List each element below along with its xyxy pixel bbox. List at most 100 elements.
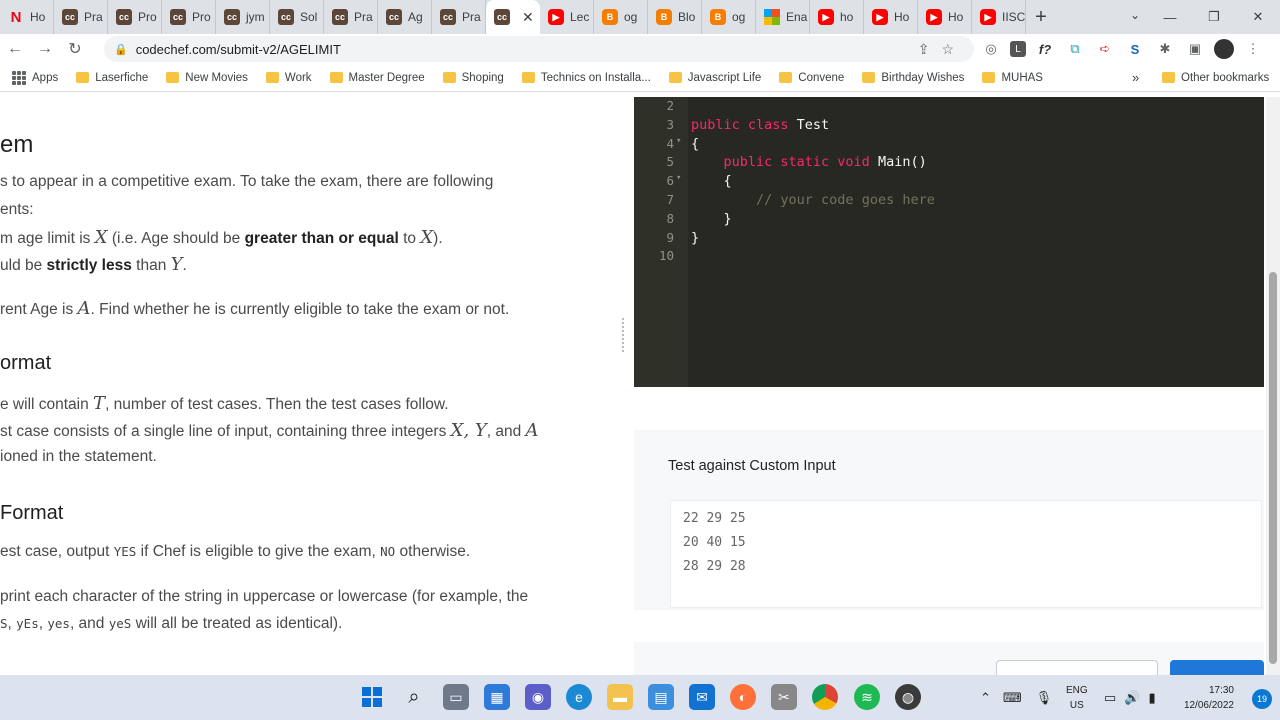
bookmark-item[interactable]: Work xyxy=(265,72,312,84)
bookmark-item[interactable]: MUHAS xyxy=(982,72,1043,84)
close-tab-icon[interactable]: ✕ xyxy=(522,9,534,26)
fold-arrow-icon[interactable]: ▾ xyxy=(676,136,681,146)
bookmarks-overflow-icon[interactable]: » xyxy=(1132,70,1139,85)
battery-icon[interactable]: ▮ xyxy=(1148,690,1155,706)
chrome-icon[interactable] xyxy=(812,684,838,710)
code-line[interactable]: 2 xyxy=(634,98,1264,117)
browser-tab[interactable]: ▶ IISC xyxy=(972,0,1026,34)
side-panel-icon[interactable]: ▣ xyxy=(1184,38,1206,60)
quick-settings[interactable]: ▭ 🔊 ▮ xyxy=(1104,675,1156,720)
browser-tab[interactable]: Ena xyxy=(756,0,810,34)
browser-tab[interactable]: cc Pra xyxy=(324,0,378,34)
browser-tab[interactable]: Bog xyxy=(702,0,756,34)
share-icon[interactable]: ⇪ xyxy=(918,41,930,58)
browser-tab[interactable]: cc Ag xyxy=(378,0,432,34)
extension-circle-icon[interactable]: ◎ xyxy=(980,38,1002,60)
address-bar[interactable]: 🔒 codechef.com/submit-v2/AGELIMIT ⇪ ☆ xyxy=(104,36,974,62)
tab-search-icon[interactable]: ⌄ xyxy=(1130,8,1140,22)
codechef-icon: cc xyxy=(170,9,186,25)
browser-tab[interactable]: cc Pra xyxy=(432,0,486,34)
firefox-icon[interactable]: ◐ xyxy=(730,684,756,710)
extension-s-icon[interactable]: S xyxy=(1124,38,1146,60)
spotify-icon[interactable]: ≋ xyxy=(854,684,880,710)
back-icon[interactable]: ← xyxy=(0,40,30,58)
search-icon[interactable]: ⌕ xyxy=(401,684,427,710)
widgets-icon[interactable]: ▦ xyxy=(484,684,510,710)
browser-tab[interactable]: B Blo xyxy=(648,0,702,34)
code-line[interactable]: 7 // your code goes here xyxy=(634,192,1264,211)
code-line[interactable]: 5 public static void Main() xyxy=(634,154,1264,173)
forward-icon[interactable]: → xyxy=(30,40,60,58)
language-indicator[interactable]: ENG US xyxy=(1066,683,1088,713)
clock[interactable]: 17:30 12/06/2022 xyxy=(1184,683,1234,713)
notification-badge[interactable]: 19 xyxy=(1252,689,1272,709)
bookmark-item[interactable]: Technics on Installa... xyxy=(521,72,651,84)
browser-tab[interactable]: cc jym xyxy=(216,0,270,34)
volume-icon[interactable]: 🔊 xyxy=(1124,690,1140,706)
profile-avatar[interactable] xyxy=(1214,39,1234,59)
edge-icon[interactable]: e xyxy=(566,684,592,710)
file-explorer-icon[interactable]: ▬ xyxy=(607,684,633,710)
code-line[interactable]: 4 ▾ { xyxy=(634,136,1264,155)
browser-tab[interactable]: cc Pro xyxy=(108,0,162,34)
bookmark-item[interactable]: Apps xyxy=(12,70,58,85)
mail-icon[interactable]: ✉ xyxy=(689,684,715,710)
bookmark-item[interactable]: New Movies xyxy=(166,72,248,84)
custom-input-line: 28 29 28 xyxy=(683,559,746,574)
code-editor[interactable]: 2 3 public class Test 4 ▾{5 public static vo… xyxy=(634,97,1264,387)
bookmark-item[interactable]: Javascript Life xyxy=(668,72,761,84)
browser-tab[interactable]: cc Pra xyxy=(54,0,108,34)
code-line[interactable]: 3 public class Test xyxy=(634,117,1264,136)
browser-tab[interactable]: ▶ Ho xyxy=(918,0,972,34)
code-line[interactable]: 10 xyxy=(634,248,1264,267)
code-line[interactable]: 8 } xyxy=(634,211,1264,230)
browser-tab[interactable]: cc Sol xyxy=(270,0,324,34)
tray-overflow-icon[interactable]: ⌃ xyxy=(980,690,991,706)
bookmark-item[interactable]: Convene xyxy=(779,72,844,84)
scrollbar-thumb[interactable] xyxy=(1269,272,1277,664)
code-text: } xyxy=(691,230,699,246)
fold-arrow-icon[interactable]: ▾ xyxy=(676,173,681,183)
minimize-icon[interactable]: — xyxy=(1148,0,1192,34)
browser-tab[interactable]: ▶ ho xyxy=(810,0,864,34)
reload-icon[interactable]: ↻ xyxy=(60,39,90,59)
teams-chat-icon[interactable]: ◉ xyxy=(525,684,551,710)
extension-l-icon[interactable]: L xyxy=(1010,41,1026,57)
browser-menu-icon[interactable]: ⋮ xyxy=(1242,38,1264,60)
bookmark-item[interactable]: Master Degree xyxy=(329,72,425,84)
display-icon[interactable]: ▭ xyxy=(1104,690,1116,706)
browser-tab[interactable]: cc Pro xyxy=(162,0,216,34)
browser-tab[interactable]: cc ✕ xyxy=(486,0,540,34)
close-window-icon[interactable]: ✕ xyxy=(1236,0,1280,34)
browser-tab[interactable]: N Ho xyxy=(0,0,54,34)
browser-tab[interactable]: ▶ Ho xyxy=(864,0,918,34)
task-view-icon[interactable]: ▭ xyxy=(443,684,469,710)
bookmark-item[interactable]: Birthday Wishes xyxy=(862,72,964,84)
restore-icon[interactable]: ❐ xyxy=(1192,0,1236,34)
extensions-puzzle-icon[interactable]: ✱ xyxy=(1154,38,1176,60)
code-line[interactable]: 6 ▾ { xyxy=(634,173,1264,192)
keyboard-icon[interactable]: ⌨ xyxy=(1003,690,1022,706)
obs-icon[interactable]: ◍ xyxy=(895,684,921,710)
extension-arrow-icon[interactable]: ➪ xyxy=(1094,38,1116,60)
extension-copy-icon[interactable]: ⧉ xyxy=(1064,38,1086,60)
start-icon[interactable] xyxy=(359,684,385,710)
new-tab-icon[interactable]: + xyxy=(1026,6,1056,29)
browser-tab[interactable]: ▶ Lec xyxy=(540,0,594,34)
snipping-tool-icon[interactable]: ✂ xyxy=(771,684,797,710)
lock-icon[interactable]: 🔒 xyxy=(114,43,128,56)
bookmark-item[interactable]: Shoping xyxy=(442,72,504,84)
page-scrollbar[interactable] xyxy=(1266,97,1280,675)
pane-resize-handle[interactable] xyxy=(622,318,628,352)
store-icon[interactable]: ▤ xyxy=(648,684,674,710)
bookmark-star-icon[interactable]: ☆ xyxy=(941,41,954,58)
microphone-icon[interactable]: 🎙 xyxy=(1036,690,1053,706)
code-line[interactable]: 9} xyxy=(634,230,1264,249)
extension-formula-icon[interactable]: f? xyxy=(1034,38,1056,60)
other-bookmarks[interactable]: Other bookmarks xyxy=(1162,72,1269,84)
statement-line: ioned in the statement. xyxy=(0,448,157,465)
custom-input-field[interactable]: 22 29 25 20 40 15 28 29 28 xyxy=(670,500,1262,608)
bookmark-item[interactable]: Laserfiche xyxy=(76,72,148,84)
codechef-icon: cc xyxy=(62,9,78,25)
browser-tab[interactable]: Bog xyxy=(594,0,648,34)
